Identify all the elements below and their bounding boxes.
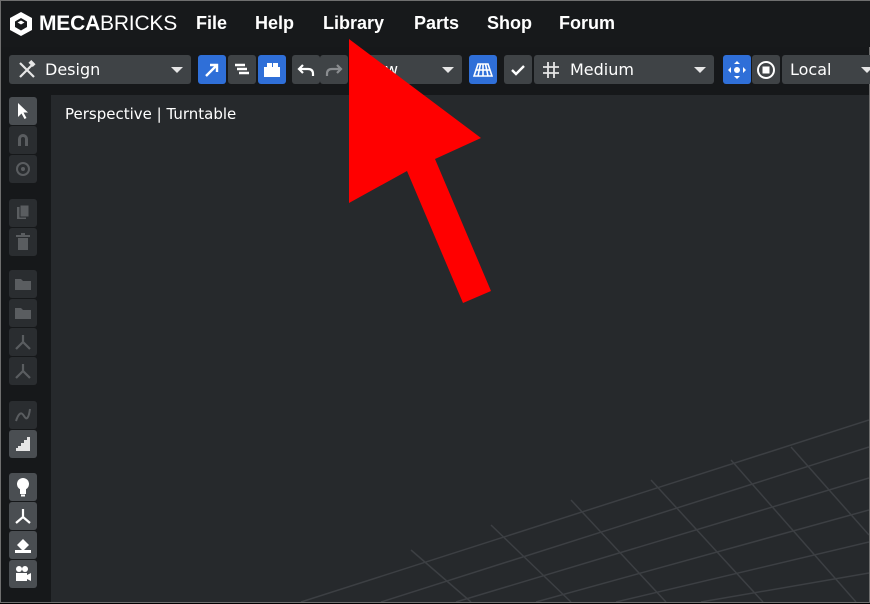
curve-icon (15, 408, 31, 422)
magnet-icon (18, 134, 28, 146)
menu-shop[interactable]: Shop (487, 13, 532, 34)
app-window: MECABRICKS File Help Library Parts Shop … (0, 0, 870, 603)
list-mode-button[interactable] (228, 55, 256, 84)
grid-toggle-button[interactable] (469, 55, 497, 84)
select-mode-button[interactable] (198, 55, 226, 84)
axis-tool-2-button[interactable] (9, 357, 37, 385)
chevron-down-icon (171, 67, 183, 73)
menu-parts[interactable]: Parts (414, 13, 459, 34)
brick-group-icon (264, 62, 280, 77)
undo-icon (297, 63, 315, 76)
folder-export-icon (15, 308, 31, 319)
paint-button[interactable] (9, 531, 37, 559)
trash-icon (16, 233, 30, 250)
3d-viewport[interactable]: Perspective | Turntable (51, 95, 869, 602)
tripod-axis-icon (15, 509, 31, 524)
menu-bar: MECABRICKS File Help Library Parts Shop … (1, 1, 870, 47)
move-gizmo-button[interactable] (723, 55, 751, 84)
mode-dropdown-label: Design (45, 60, 101, 79)
snap-check-button[interactable] (504, 55, 532, 84)
pose-button[interactable] (9, 502, 37, 530)
left-toolbar (9, 95, 39, 600)
pointer-tool-button[interactable] (9, 97, 37, 125)
cursor-arrow-icon (18, 103, 28, 119)
folder-import-icon (15, 279, 31, 290)
redo-icon (325, 63, 343, 76)
space-dropdown[interactable]: Local (782, 55, 870, 84)
mode-dropdown[interactable]: Design (9, 55, 191, 84)
copy-icon (17, 204, 30, 219)
menu-file[interactable]: File (196, 13, 227, 34)
list-select-icon (235, 63, 249, 74)
arrow-select-icon (205, 63, 219, 77)
redo-button[interactable] (320, 55, 348, 84)
menu-forum[interactable]: Forum (559, 13, 615, 34)
light-button[interactable] (9, 473, 37, 501)
axis-alt-icon (15, 364, 31, 379)
chevron-down-icon (861, 67, 870, 73)
menu-help[interactable]: Help (255, 13, 294, 34)
axis-tool-button[interactable] (9, 328, 37, 356)
menu-library[interactable]: Library (323, 13, 384, 34)
camera-button[interactable] (9, 560, 37, 588)
grid-size-dropdown[interactable]: Medium (534, 55, 714, 84)
rotate-tool-button[interactable] (9, 155, 37, 183)
target-circle-icon (757, 60, 775, 79)
magnet-tool-button[interactable] (9, 126, 37, 154)
paint-bucket-icon (15, 539, 31, 553)
grid-icon (543, 61, 559, 78)
curve-tool-button[interactable] (9, 401, 37, 429)
mecabricks-logo-icon (10, 12, 32, 36)
stairs-chart-icon (16, 437, 30, 451)
logo-text: MECABRICKS (39, 12, 178, 35)
group-mode-button[interactable] (258, 55, 286, 84)
checkmark-icon (511, 64, 525, 76)
perspective-grid-icon (473, 62, 493, 77)
view-dropdown-label: w (385, 60, 399, 79)
delete-button[interactable] (9, 228, 37, 256)
move-arrows-icon (728, 60, 746, 79)
view-dropdown[interactable]: w (349, 55, 462, 84)
space-dropdown-label: Local (790, 60, 832, 79)
import-button[interactable] (9, 270, 37, 298)
logo[interactable]: MECABRICKS (9, 10, 177, 38)
grid-size-label: Medium (570, 60, 634, 79)
main-toolbar: Design w Medium Local (1, 53, 870, 87)
gear-icon (16, 162, 30, 176)
chevron-down-icon (442, 67, 454, 73)
lightbulb-icon (17, 478, 29, 497)
axis-icon (15, 335, 31, 350)
chevron-down-icon (694, 67, 706, 73)
undo-button[interactable] (292, 55, 320, 84)
pivot-button[interactable] (752, 55, 780, 84)
hammer-wrench-icon (19, 59, 36, 78)
ground-grid (300, 419, 869, 602)
video-camera-icon (16, 566, 31, 581)
stats-button[interactable] (9, 430, 37, 458)
export-button[interactable] (9, 299, 37, 327)
copy-button[interactable] (9, 199, 37, 227)
